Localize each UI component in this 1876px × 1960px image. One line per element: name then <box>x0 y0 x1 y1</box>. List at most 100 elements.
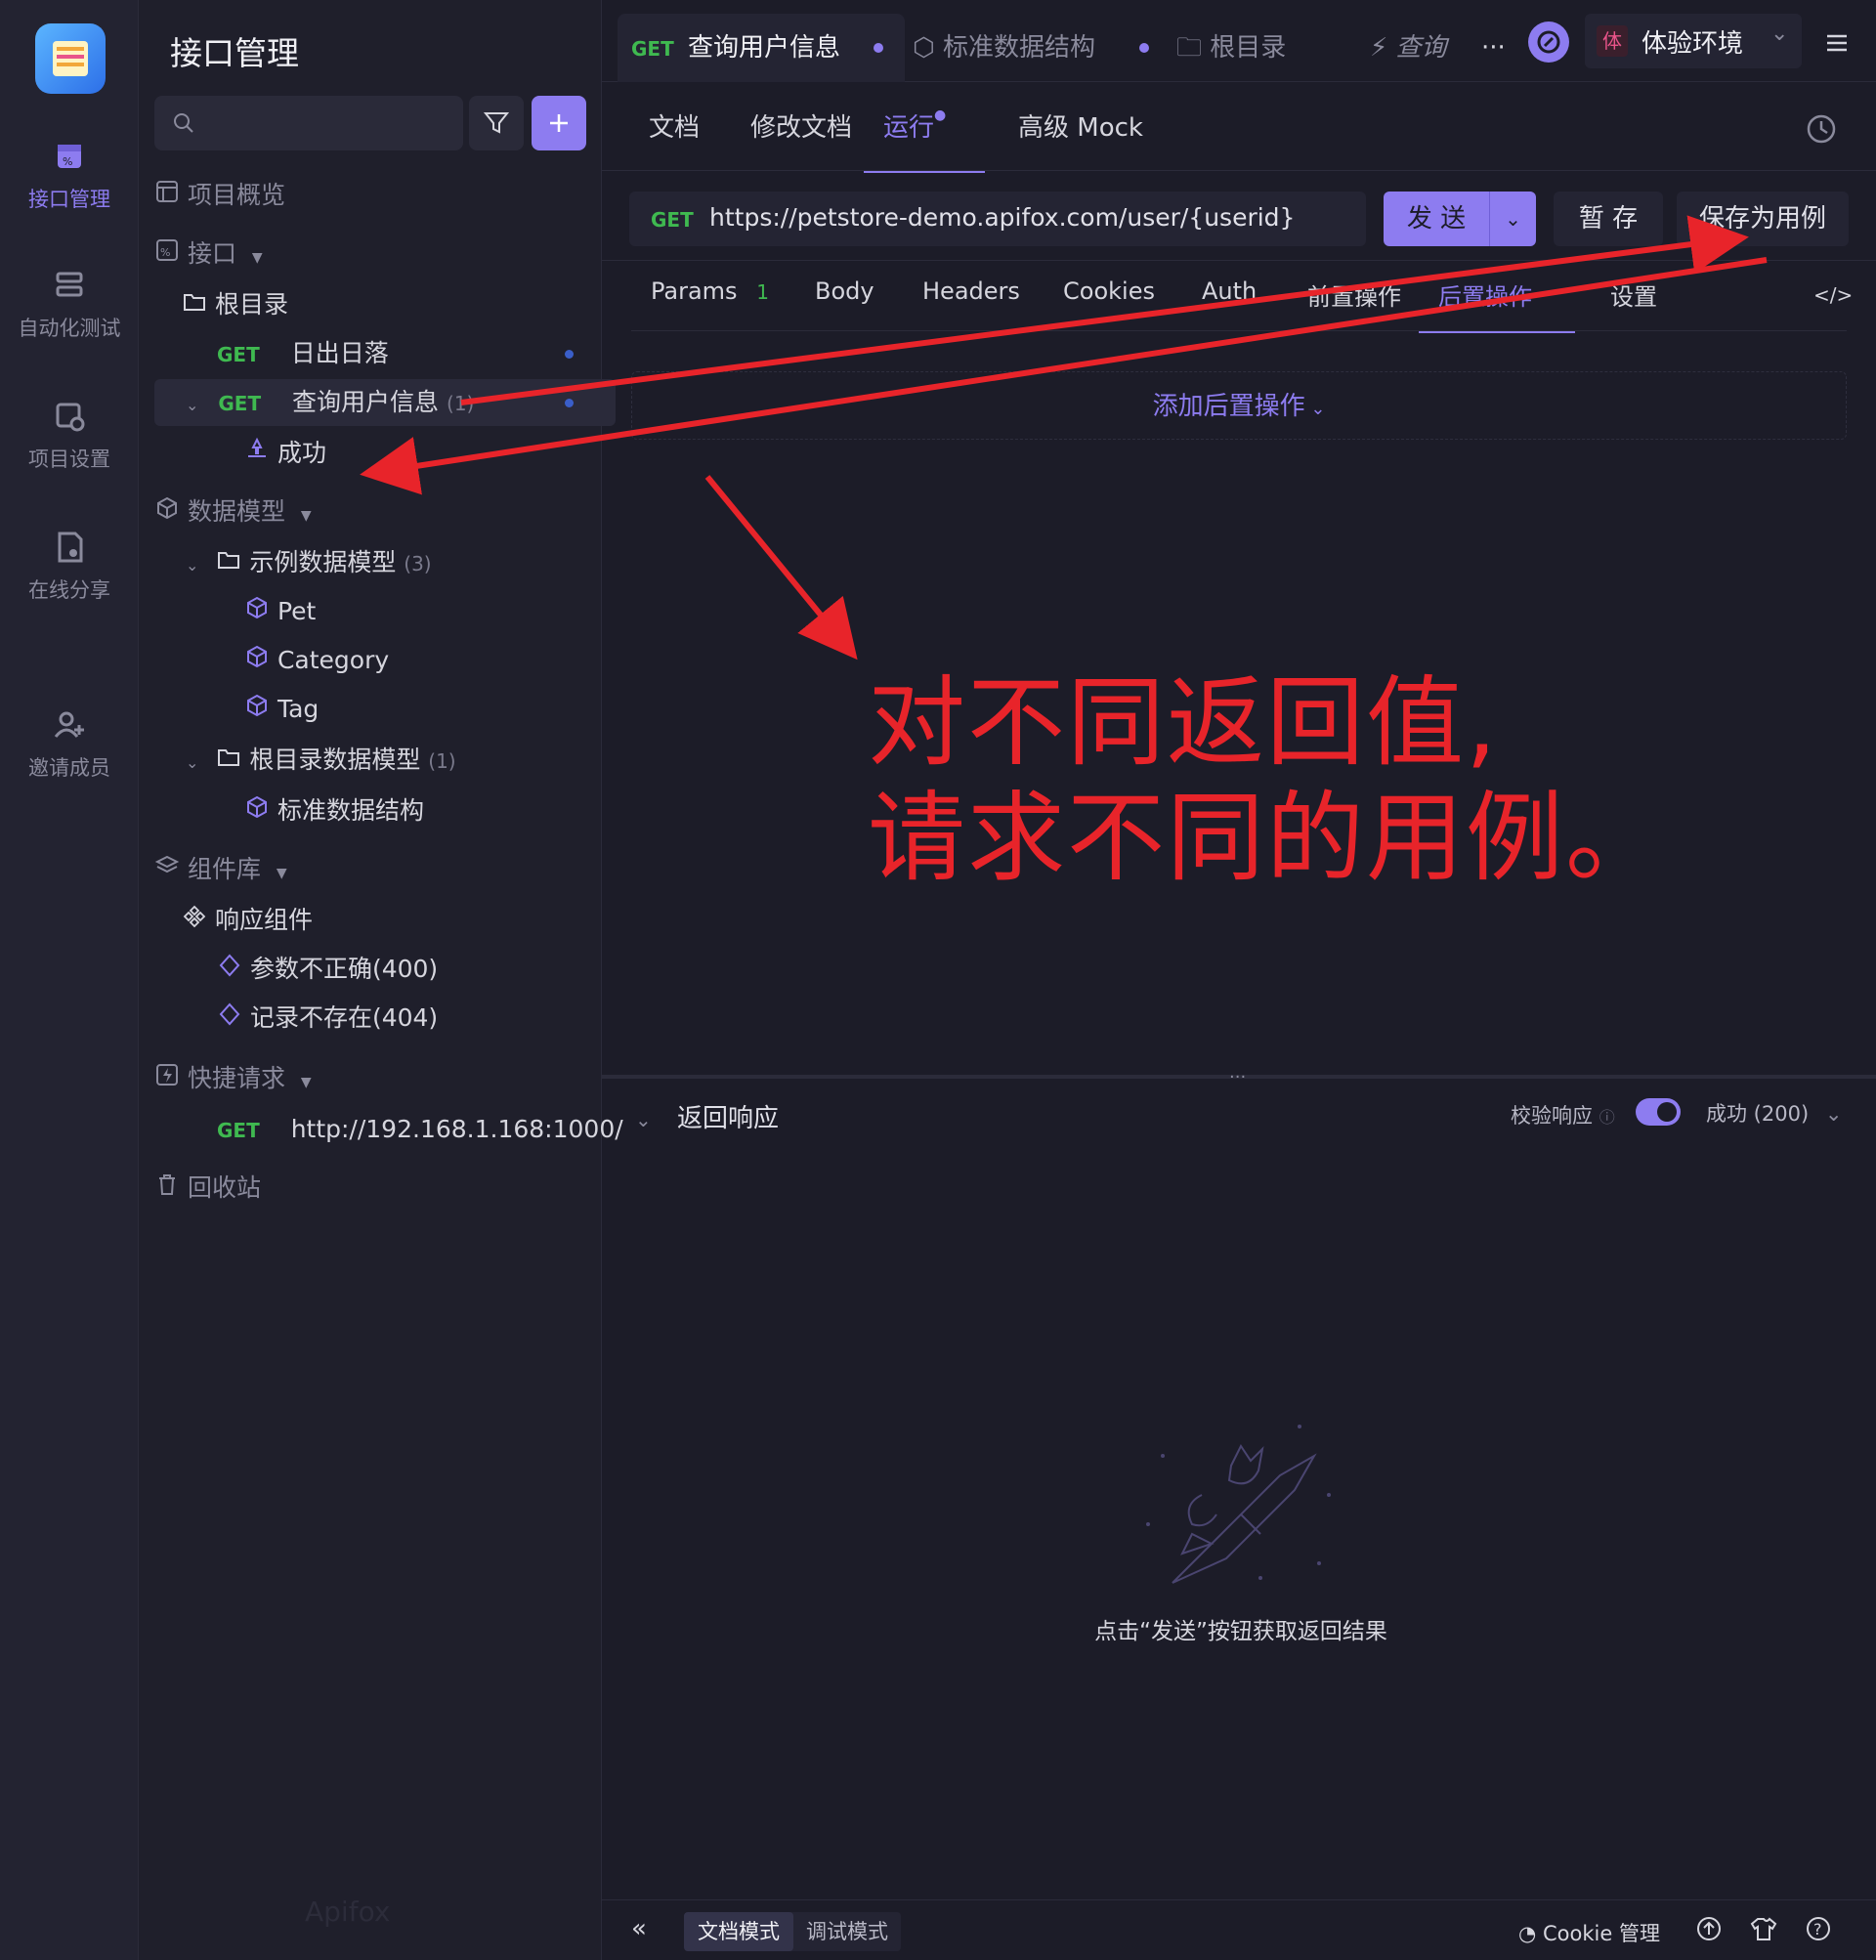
tree-item-api-sunrise[interactable]: GET 日出日落 <box>154 330 647 377</box>
tab-settings[interactable]: 设置 <box>1610 277 1657 312</box>
tree-item-model-tag[interactable]: Tag <box>154 686 674 733</box>
tree-item-quick-request[interactable]: GET http://192.168.1.168:1000/ <box>154 1106 647 1153</box>
tab-params[interactable]: Params 1 <box>651 277 769 305</box>
help-button[interactable]: ? <box>1804 1914 1833 1943</box>
menu-button[interactable] <box>1815 21 1858 64</box>
tree-item-model-standard[interactable]: 标准数据结构 <box>154 788 674 834</box>
validate-toggle[interactable] <box>1636 1098 1681 1126</box>
help-icon: ? <box>1807 1917 1830 1940</box>
invite-member-icon <box>50 705 89 745</box>
tree-item-overview[interactable]: 项目概览 <box>154 172 584 219</box>
online-share-icon <box>50 528 89 567</box>
stash-button[interactable]: 暂 存 <box>1554 192 1663 246</box>
tree-item-folder-example-models[interactable]: ⌄ 示例数据模型 (3) <box>154 539 616 586</box>
help-icon: ⓘ <box>1599 1108 1615 1127</box>
upload-button[interactable] <box>1694 1914 1724 1943</box>
subtab-edit-doc[interactable]: 修改文档 <box>750 107 852 170</box>
history-button[interactable] <box>1804 111 1839 147</box>
search-input[interactable] <box>154 96 463 150</box>
environment-select[interactable]: 体 体验环境 ⌄ <box>1585 14 1802 68</box>
theme-button[interactable] <box>1749 1914 1778 1943</box>
mode-switch: 文档模式 调试模式 <box>684 1912 901 1951</box>
filter-icon <box>483 112 510 134</box>
response-title: 返回响应 <box>677 1104 780 1133</box>
tree-item-case-success[interactable]: 成功 <box>154 430 674 477</box>
rail-item-invite-member[interactable]: 邀请成员 <box>0 705 139 782</box>
filter-button[interactable] <box>469 96 524 150</box>
cube-icon: ⬡ <box>913 33 935 63</box>
chevron-down-icon: ⌄ <box>186 556 199 575</box>
tree-section-data-models[interactable]: 数据模型 ▼ <box>154 489 584 535</box>
toggle-knob <box>1657 1102 1677 1122</box>
caret-down-icon: ▼ <box>300 508 312 524</box>
response-status-select[interactable]: 成功 (200) ⌄ <box>1706 1098 1842 1128</box>
caret-down-icon: ▼ <box>276 866 287 881</box>
tree-item-comp-400[interactable]: 参数不正确(400) <box>154 946 647 993</box>
add-post-op-button[interactable]: 添加后置操作 ⌄ <box>631 371 1847 440</box>
tab-bar: GET 查询用户信息 ⬡ 标准数据结构 🗀 根目录 ⚡ 查询 ··· 体 体验环… <box>602 0 1876 82</box>
tree-section-components[interactable]: 组件库 ▼ <box>154 846 584 893</box>
tab-query-user[interactable]: GET 查询用户信息 <box>618 14 905 82</box>
method-select[interactable]: GET <box>651 208 694 232</box>
tab-count: 1 <box>756 280 769 304</box>
apifox-watermark: Apifox <box>305 1896 391 1928</box>
tree-item-root-folder[interactable]: 根目录 <box>154 281 612 328</box>
tree-item-model-pet[interactable]: Pet <box>154 588 674 635</box>
rail-item-online-share[interactable]: 在线分享 <box>0 528 139 604</box>
code-view-button[interactable]: </> <box>1813 283 1853 307</box>
add-post-label: 添加后置操作 <box>1152 392 1305 421</box>
doc-mode-button[interactable]: 文档模式 <box>684 1912 793 1951</box>
tree-label: 快捷请求 <box>187 1064 285 1092</box>
tab-pre-ops[interactable]: 前置操作 <box>1307 277 1401 312</box>
response-header[interactable]: ⌄ 返回响应 <box>635 1098 779 1134</box>
tab-cookies[interactable]: Cookies <box>1063 277 1155 305</box>
method-badge: GET <box>217 1119 260 1142</box>
left-rail: % 接口管理 自动化测试 项目设置 在线分享 邀请成员 <box>0 0 139 1960</box>
tab-post-ops[interactable]: 后置操作 <box>1419 277 1575 333</box>
url-text: https://petstore-demo.apifox.com/user/{u… <box>709 203 1296 232</box>
tab-root[interactable]: 🗀 根目录 <box>1176 14 1323 82</box>
tree-section-quick-request[interactable]: 快捷请求 ▼ <box>154 1055 584 1102</box>
case-icon <box>244 431 270 478</box>
subtab-run[interactable]: 运行● <box>864 107 985 173</box>
tab-query[interactable]: ⚡ 查询 <box>1370 14 1458 82</box>
chevron-down-icon: ⌄ <box>1824 1102 1843 1126</box>
svg-text:%: % <box>63 155 72 168</box>
app-logo[interactable] <box>35 23 106 94</box>
case-icon: ⚡ <box>1370 33 1388 63</box>
tree-label: Category <box>277 646 390 674</box>
debug-mode-button[interactable]: 调试模式 <box>793 1912 901 1951</box>
cube-icon <box>244 687 270 734</box>
tree-item-comp-404[interactable]: 记录不存在(404) <box>154 995 647 1042</box>
rail-item-api-management[interactable]: % 接口管理 <box>0 137 139 213</box>
tab-auth[interactable]: Auth <box>1202 277 1257 305</box>
divider <box>631 330 1847 331</box>
url-input[interactable]: GET https://petstore-demo.apifox.com/use… <box>629 192 1366 246</box>
tree-item-response-components[interactable]: 响应组件 <box>154 897 612 944</box>
add-button[interactable] <box>532 96 586 150</box>
send-dropdown-button[interactable]: ⌄ <box>1489 192 1536 246</box>
tab-headers[interactable]: Headers <box>922 277 1020 305</box>
rail-item-automation-test[interactable]: 自动化测试 <box>0 266 139 342</box>
tab-standard-model[interactable]: ⬡ 标准数据结构 <box>913 14 1167 82</box>
chevron-down-icon: ⌄ <box>186 753 199 772</box>
tab-body[interactable]: Body <box>815 277 874 305</box>
arrow-to-annotation <box>704 475 858 660</box>
unsaved-dot: ● <box>934 107 947 123</box>
send-button[interactable]: 发 送 <box>1384 192 1489 246</box>
tree-item-model-category[interactable]: Category <box>154 637 674 684</box>
subtab-doc[interactable]: 文档 <box>649 107 700 170</box>
tree-item-trash[interactable]: 回收站 <box>154 1165 584 1212</box>
cookie-management-button[interactable]: ◔ Cookie 管理 <box>1518 1918 1660 1947</box>
tree-item-api-query-user[interactable]: ⌄ GET 查询用户信息 (1) <box>154 379 616 426</box>
sync-button[interactable] <box>1528 21 1569 63</box>
tree-item-folder-root-models[interactable]: ⌄ 根目录数据模型 (1) <box>154 737 616 784</box>
svg-text:%: % <box>160 246 170 259</box>
more-tabs-button[interactable]: ··· <box>1481 14 1520 82</box>
tree-label: 查询用户信息 <box>292 388 440 416</box>
subtab-mock[interactable]: 高级 Mock <box>1018 107 1143 170</box>
rail-item-project-settings[interactable]: 项目设置 <box>0 397 139 473</box>
tree-section-interfaces[interactable]: % 接口 ▼ <box>154 231 584 277</box>
save-as-case-button[interactable]: 保存为用例 <box>1677 192 1849 246</box>
collapse-sidebar-button[interactable]: « <box>631 1914 647 1943</box>
